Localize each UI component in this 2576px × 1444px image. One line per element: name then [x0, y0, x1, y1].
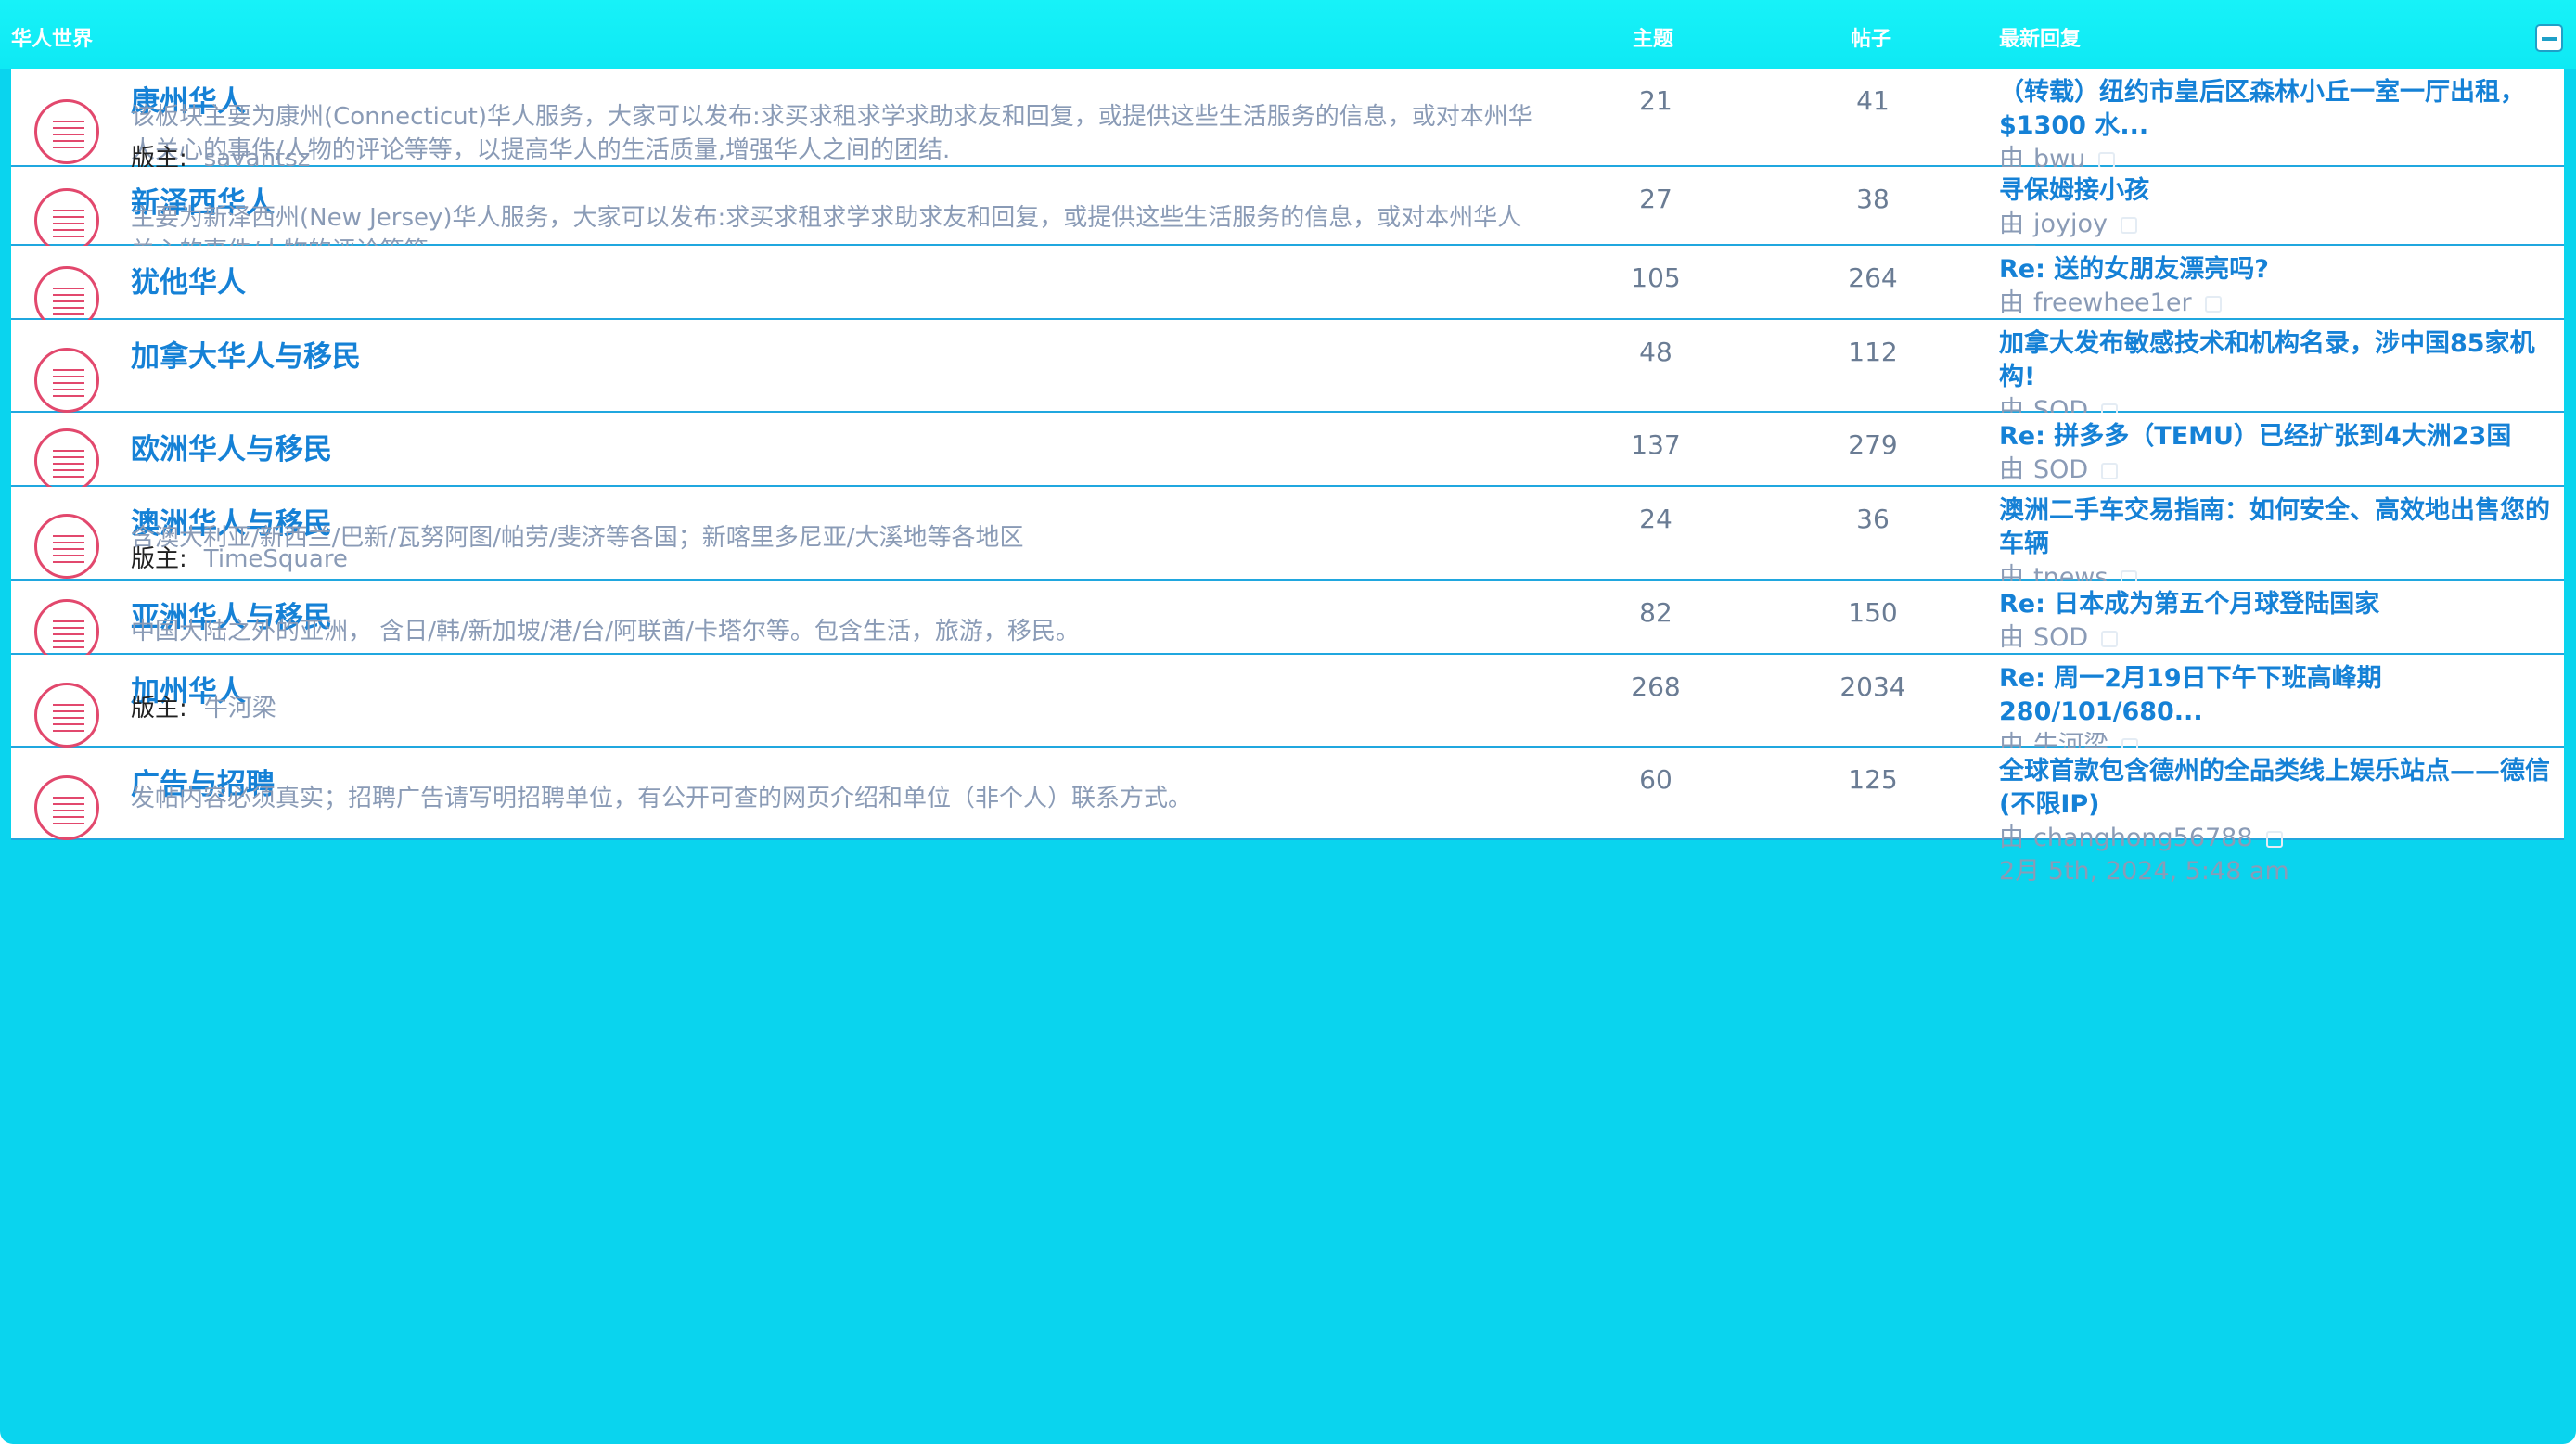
forum-description: 该板块主要为康州(Connecticut)华人服务，大家可以发布:求买求租求学求… — [131, 103, 1532, 164]
posts-count: 279 — [1848, 429, 1898, 460]
last-post-title-link[interactable]: Re: 周一2月19日下午下班高峰期 280/101/680... — [1999, 662, 2556, 729]
last-post-author-link[interactable]: SOD — [2033, 455, 2088, 484]
moderator-line: 版主: TimeSquare — [131, 540, 348, 574]
moderator-link[interactable]: 牛河梁 — [204, 695, 276, 722]
posts-count: 112 — [1848, 337, 1898, 367]
forum-row: 广告与招聘 发帖内容必须真实；招聘广告请写明招聘单位，有公开可查的网页介绍和单位（… — [11, 748, 2564, 886]
posts-count: 150 — [1848, 597, 1898, 628]
topics-count: 24 — [1639, 504, 1672, 534]
forum-title-link[interactable]: 犹他华人 — [131, 259, 246, 300]
last-post-block: 全球首款包含德州的全品类线上娱乐站点——德信(不限IP) 由 changhong56… — [1999, 755, 2556, 888]
forum-row: 加拿大华人与移民 48 112 加拿大发布敏感技术和机构名录，涉中国85家机构! 由 SO… — [11, 320, 2564, 458]
forum-description: 发帖内容必须真实；招聘广告请写明招聘单位，有公开可查的网页介绍和单位（非个人）联… — [131, 785, 1193, 812]
last-post-title-link[interactable]: Re: 日本成为第五个月球登陆国家 — [1999, 588, 2556, 621]
last-post-time: 2月 5th, 2024, 5:48 am — [1999, 857, 2289, 886]
forum-read-icon — [34, 348, 99, 413]
forum-row: 犹他华人105264Re: 送的女朋友漂亮吗?由freewhee1er10月 2… — [11, 246, 2564, 351]
topics-count: 82 — [1639, 597, 1672, 628]
posts-count: 41 — [1856, 85, 1890, 116]
last-post-title-link[interactable]: 加拿大发布敏感技术和机构名录，涉中国85家机构! — [1999, 327, 2556, 394]
last-post-title-link[interactable]: Re: 拼多多（TEMU）已经扩张到4大洲23国 — [1999, 420, 2556, 454]
by-label: 由 — [1999, 824, 2024, 852]
posts-count: 36 — [1856, 504, 1890, 534]
topics-count: 268 — [1631, 671, 1681, 702]
last-post-title-link[interactable]: 全球首款包含德州的全品类线上娱乐站点——德信(不限IP) — [1999, 755, 2556, 822]
topics-column-header: 主题 — [1633, 28, 1674, 51]
posts-column-header: 帖子 — [1851, 28, 1892, 51]
topics-count: 137 — [1631, 429, 1681, 460]
forum-read-icon — [34, 188, 99, 253]
forum-category-panel: 华人世界 主题 帖子 最新回复 康州华人 该板块主要为康州(Connecticut… — [0, 0, 2576, 1444]
forum-list: 康州华人 该板块主要为康州(Connecticut)华人服务，大家可以发布:求买求… — [11, 69, 2564, 886]
posts-count: 38 — [1856, 184, 1890, 214]
last-post-title-link[interactable]: Re: 送的女朋友漂亮吗? — [1999, 253, 2556, 287]
by-label: 由 — [1999, 288, 2024, 317]
last-post-author-line: 由 SOD — [1999, 454, 2556, 487]
collapse-icon[interactable] — [2535, 24, 2563, 52]
moderator-link[interactable]: TimeSquare — [204, 545, 348, 573]
forum-row: 亚洲华人与移民 中国大陆之外的亚洲， 含日/韩/新加坡/港/台/阿联酋/卡塔尔等。… — [11, 581, 2564, 685]
posts-count: 2034 — [1839, 671, 1906, 702]
by-label: 由 — [1999, 623, 2024, 652]
last-post-author-line: 由 SOD — [1999, 621, 2556, 655]
topics-count: 27 — [1639, 184, 1672, 214]
forum-row: 澳洲华人与移民 含澳大利亚/新西兰/巴新/瓦努阿图/帕劳/斐济等各国；新喀里多尼亚… — [11, 487, 2564, 625]
last-post-column-header: 最新回复 — [1999, 28, 2082, 51]
goto-last-post-icon[interactable] — [2265, 830, 2283, 848]
forum-read-icon — [34, 775, 99, 840]
last-post-title-link[interactable]: （转载）纽约市皇后区森林小丘一室一厅出租，$1300 水... — [1999, 76, 2556, 143]
goto-last-post-icon[interactable] — [2204, 295, 2222, 313]
last-post-author-line: 由 changhong56788 — [1999, 822, 2556, 855]
by-label: 由 — [1999, 210, 2024, 238]
topics-count: 21 — [1639, 85, 1672, 116]
goto-last-post-icon[interactable] — [2098, 151, 2116, 169]
last-post-author-link[interactable]: joyjoy — [2033, 210, 2108, 238]
category-title[interactable]: 华人世界 — [11, 22, 93, 52]
forum-row: 康州华人 该板块主要为康州(Connecticut)华人服务，大家可以发布:求买求… — [11, 69, 2564, 207]
last-post-title-link[interactable]: 寻保姆接小孩 — [1999, 174, 2556, 208]
topics-count: 105 — [1631, 262, 1681, 293]
forum-read-icon — [34, 428, 99, 493]
category-header: 华人世界 主题 帖子 最新回复 — [0, 0, 2576, 69]
goto-last-post-icon[interactable] — [2101, 630, 2119, 647]
forum-row: 加州华人 版主: 牛河梁 268 2034 Re: 周一2月19日下午下班高峰期 280/… — [11, 655, 2564, 793]
by-label: 由 — [1999, 455, 2024, 484]
moderator-label: 版主: — [131, 545, 187, 573]
goto-last-post-icon[interactable] — [2121, 216, 2137, 234]
topics-count: 60 — [1639, 764, 1672, 795]
last-post-author-link[interactable]: freewhee1er — [2033, 288, 2192, 317]
forum-read-icon — [34, 683, 99, 748]
forum-read-icon — [34, 514, 99, 579]
posts-count: 125 — [1848, 764, 1898, 795]
forum-title-link[interactable]: 欧洲华人与移民 — [131, 426, 332, 467]
topics-count: 48 — [1639, 337, 1672, 367]
forum-read-icon — [34, 99, 99, 164]
forum-row: 新泽西华人 主要为新泽西州(New Jersey)华人服务，大家可以发布:求买求租… — [11, 167, 2564, 272]
last-post-author-line: 由 joyjoy — [1999, 208, 2556, 241]
forum-description: 中国大陆之外的亚洲， 含日/韩/新加坡/港/台/阿联酋/卡塔尔等。包含生活，旅游… — [131, 618, 1080, 645]
goto-last-post-icon[interactable] — [2101, 462, 2119, 479]
moderator-line: 版主: 牛河梁 — [131, 689, 276, 723]
last-post-author-link[interactable]: changhong56788 — [2033, 824, 2253, 852]
last-post-author-line: 由 freewhee1er — [1999, 287, 2556, 320]
last-post-title-link[interactable]: 澳洲二手车交易指南：如何安全、高效地出售您的车辆 — [1999, 494, 2556, 561]
posts-count: 264 — [1848, 262, 1898, 293]
moderator-label: 版主: — [131, 695, 187, 722]
forum-row: 欧洲华人与移民 137 279 Re: 拼多多（TEMU）已经扩张到4大洲23国由 SO… — [11, 413, 2564, 518]
forum-title-link[interactable]: 加拿大华人与移民 — [131, 333, 361, 375]
last-post-author-link[interactable]: SOD — [2033, 623, 2088, 652]
